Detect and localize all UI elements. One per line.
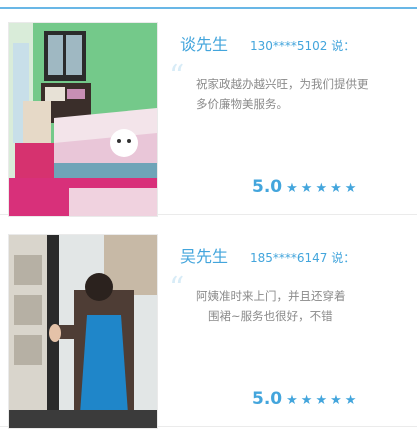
star-icon: ★ [286,393,298,408]
review-comment: 祝家政越办越兴旺，为我们提供更 多价廉物美服务。 [196,74,386,114]
star-icon: ★ [344,181,357,196]
review-comment: 阿姨准时来上门，并且还穿着 围裙~服务也很好，不错 [196,286,386,326]
star-icon: ★ [315,393,328,408]
reviewer-phone: 185****6147 说： [250,251,356,265]
star-icon: ★ [300,393,313,408]
star-icon: ★ [344,393,357,408]
review-card: 谈先生 130****5102 说： “ 祝家政越办越兴旺，为我们提供更 多价廉… [0,14,417,216]
rating: 5.0 ★ ★ ★ ★ ★ [252,389,359,409]
reviewer-phone: 130****5102 说： [250,39,356,53]
comment-line: 祝家政越办越兴旺，为我们提供更 [196,77,369,91]
star-icon: ★ [300,181,313,196]
reviewer-name: 谈先生 [180,35,229,54]
star-icon: ★ [286,181,298,196]
top-divider [0,7,417,9]
comment-line: 阿姨准时来上门，并且还穿着 [196,289,346,303]
bedroom-photo-image [9,23,157,216]
rating-score: 5.0 [252,177,283,197]
window-cleaning-photo-image [9,235,157,428]
rating-stars: ★ ★ ★ ★ ★ [286,182,359,196]
rating: 5.0 ★ ★ ★ ★ ★ [252,177,359,197]
reviewer-name: 吴先生 [180,247,229,266]
star-icon: ★ [330,393,342,408]
comment-line: 多价廉物美服务。 [196,97,288,111]
rating-score: 5.0 [252,389,283,409]
left-double-quote-icon: “ [169,271,185,306]
review-photo[interactable] [9,23,157,216]
comment-line: 围裙~服务也很好，不错 [208,309,333,323]
review-photo[interactable] [9,235,157,428]
rating-stars: ★ ★ ★ ★ ★ [286,394,359,408]
left-double-quote-icon: “ [169,59,185,94]
review-card: 吴先生 185****6147 说： “ 阿姨准时来上门，并且还穿着 围裙~服务… [0,226,417,428]
star-icon: ★ [330,181,342,196]
reviews-page: 谈先生 130****5102 说： “ 祝家政越办越兴旺，为我们提供更 多价廉… [0,0,417,437]
star-icon: ★ [315,181,328,196]
